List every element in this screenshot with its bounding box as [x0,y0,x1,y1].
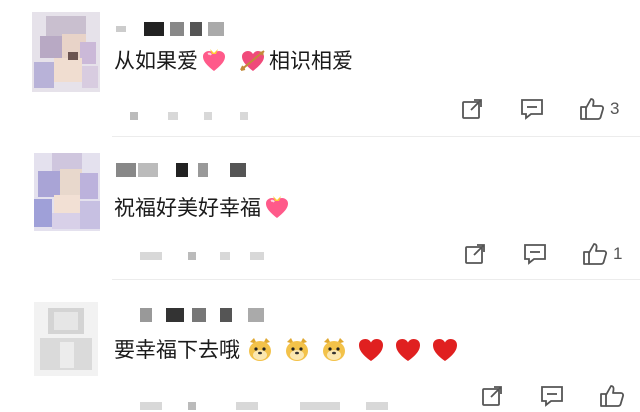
red-heart-emoji [394,336,422,364]
like-count: 1 [613,244,623,263]
thumbs-up-icon[interactable] [576,93,608,125]
heart-with-ribbon-emoji [264,195,290,221]
timestamp-blurred [140,402,420,410]
comment-icon[interactable] [516,93,548,125]
comment-text-part: 祝福好美好幸福 [114,196,261,220]
username-blurred[interactable] [116,22,236,36]
doge-emoji [283,336,311,364]
avatar[interactable] [34,153,100,231]
avatar[interactable] [32,12,100,92]
comment-actions: 1 [459,238,622,270]
comment-icon[interactable] [519,238,551,270]
comment-text: 从如果爱 相识相爱 [114,46,353,76]
comment-actions [476,380,628,412]
thumbs-up-icon[interactable] [596,380,628,412]
comment-text-part: 相识相爱 [269,49,353,73]
comment-text: 要幸福下去哦 [114,335,462,365]
comment-item-3: 要幸福下去哦 [0,280,640,412]
share-icon[interactable] [456,93,488,125]
username-blurred[interactable] [116,163,266,177]
comment-text: 祝福好美好幸福 [114,193,293,223]
thumbs-up-icon[interactable] [579,238,611,270]
heart-with-ribbon-emoji [201,48,227,74]
comment-text-part: 从如果爱 [114,49,198,73]
comment-text-part: 要幸福下去哦 [114,338,240,362]
doge-emoji [320,336,348,364]
comment-actions: 3 [456,93,619,125]
red-heart-emoji [357,336,385,364]
red-heart-emoji [431,336,459,364]
username-blurred[interactable] [140,308,290,322]
timestamp-blurred [140,252,280,260]
heart-with-arrow-emoji [240,48,266,74]
share-icon[interactable] [459,238,491,270]
avatar[interactable] [34,302,98,376]
share-icon[interactable] [476,380,508,412]
doge-emoji [246,336,274,364]
like-count: 3 [610,99,620,118]
comment-item-2: 祝福好美好幸福 1 [0,137,640,280]
comment-icon[interactable] [536,380,568,412]
comment-item-1: 从如果爱 相识相爱 3 [0,0,640,137]
timestamp-blurred [130,112,270,120]
